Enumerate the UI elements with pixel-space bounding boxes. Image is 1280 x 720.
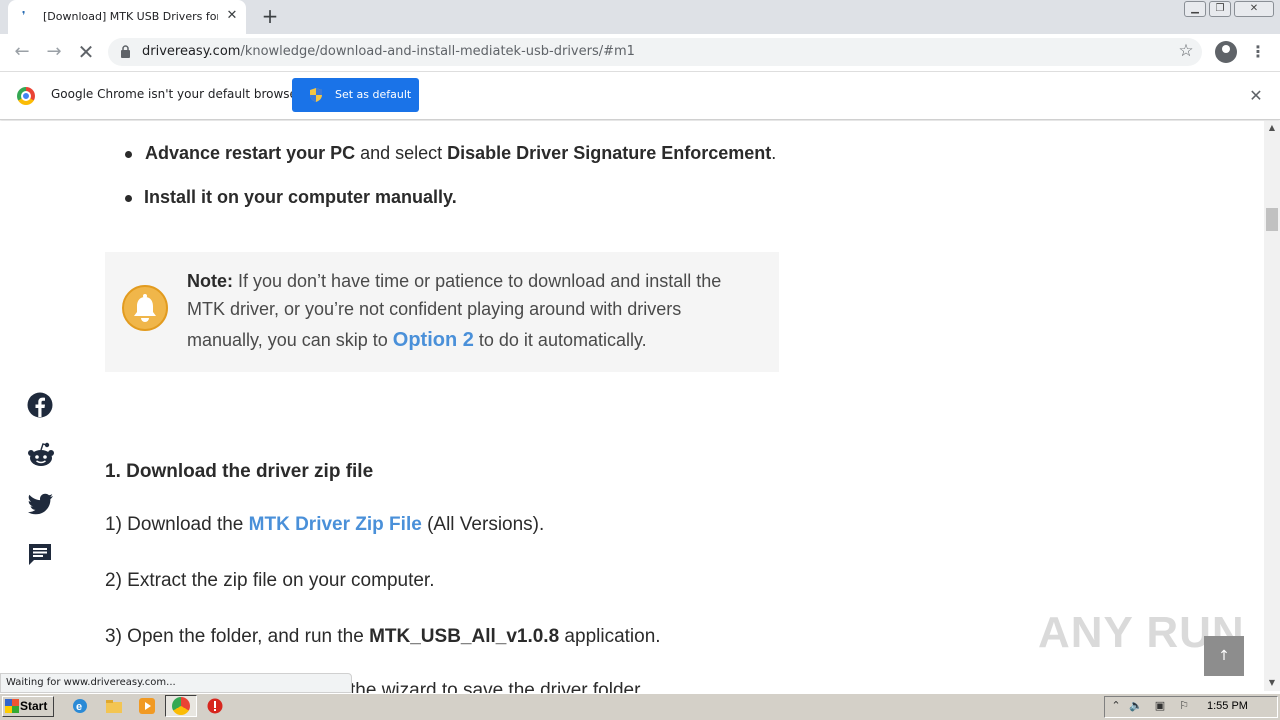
back-to-top-button[interactable]: ↑ xyxy=(1204,636,1244,676)
bullet-item-2: Install it on your computer manually. xyxy=(144,187,457,207)
step-3-app-name: MTK_USB_All_v1.0.8 xyxy=(369,626,560,647)
page-scrollbar[interactable] xyxy=(1264,121,1280,691)
chrome-menu-icon[interactable]: ⋮ xyxy=(1250,41,1266,63)
bookmark-star-icon[interactable]: ☆ xyxy=(1176,41,1196,61)
network-icon[interactable]: ▣ xyxy=(1153,699,1167,713)
scrollbar-thumb[interactable] xyxy=(1266,208,1278,231)
scroll-down-arrow-icon[interactable]: ▼ xyxy=(1264,676,1280,690)
set-as-default-label: Set as default xyxy=(335,88,412,101)
bullet-1-bold-b: Disable Driver Signature Enforcement xyxy=(447,143,772,163)
back-arrow-icon[interactable]: ← xyxy=(10,41,34,65)
note-label: Note: xyxy=(187,271,233,291)
window-minimize-button[interactable]: ▁ xyxy=(1184,1,1206,17)
comment-icon[interactable] xyxy=(26,541,54,569)
step-3-post: application. xyxy=(559,626,661,647)
step-3: 3) Open the folder, and run the MTK_USB_… xyxy=(105,626,661,648)
lock-icon[interactable] xyxy=(120,45,132,59)
step-4-partial: the wizard to save the driver folder. xyxy=(350,680,645,693)
infobar-message: Google Chrome isn't your default browser xyxy=(51,87,302,101)
note-line-1: Note: If you don’t have time or patience… xyxy=(187,271,721,292)
tab-title: [Download] MTK USB Drivers for Wir xyxy=(43,10,218,23)
tab-close-icon[interactable]: ✕ xyxy=(224,8,240,24)
media-player-icon[interactable] xyxy=(138,697,156,715)
chrome-taskbar-icon xyxy=(172,697,190,715)
reddit-icon[interactable] xyxy=(26,441,54,469)
url-text[interactable]: drivereasy.com/knowledge/download-and-in… xyxy=(142,44,635,60)
taskbar-clock[interactable]: 1:55 PM xyxy=(1207,700,1248,712)
bullet-1-bold-a: Advance restart your PC xyxy=(145,143,356,163)
action-center-flag-icon[interactable]: ⚐ xyxy=(1177,699,1191,713)
tab-favicon-icon: ❜ xyxy=(22,9,26,22)
volume-icon[interactable]: 🔈 xyxy=(1129,699,1143,713)
bullet-dot xyxy=(125,151,132,158)
step-1: 1) Download the MTK Driver Zip File (All… xyxy=(105,514,544,536)
step-4-clip: the wizard to save the driver folder. xyxy=(350,680,670,693)
scroll-up-arrow-icon[interactable]: ▲ xyxy=(1264,121,1280,135)
step-3-pre: 3) Open the folder, and run the xyxy=(105,626,370,647)
note-line-3-pre: manually, you can skip to xyxy=(187,330,393,350)
step-2: 2) Extract the zip file on your computer… xyxy=(105,570,435,591)
status-text: Waiting for www.drivereasy.com... xyxy=(6,677,176,688)
stop-loading-icon[interactable]: ✕ xyxy=(74,41,98,65)
note-line-3-post: to do it automatically. xyxy=(473,330,647,350)
section-heading: 1. Download the driver zip file xyxy=(105,461,374,482)
start-label: Start xyxy=(20,699,48,713)
bell-icon xyxy=(122,285,168,331)
note-line-3: manually, you can skip to Option 2 to do… xyxy=(187,329,647,352)
svg-text:e: e xyxy=(76,701,82,713)
bullet-item-1: Advance restart your PC and select Disab… xyxy=(145,143,776,164)
forward-arrow-icon[interactable]: → xyxy=(42,41,66,65)
facebook-icon[interactable] xyxy=(26,391,54,419)
window-close-button[interactable]: ✕ xyxy=(1234,1,1274,17)
uac-shield-icon xyxy=(308,87,324,103)
step-1-post: (All Versions). xyxy=(421,514,545,535)
bullet-1-plain: and select xyxy=(355,143,448,163)
profile-avatar-icon[interactable] xyxy=(1215,41,1237,63)
tray-expand-icon[interactable]: ⌃ xyxy=(1109,699,1123,713)
bullet-1-tail: . xyxy=(771,143,777,163)
note-line-1-text: If you don’t have time or patience to do… xyxy=(233,271,722,291)
windows-flag-icon xyxy=(5,699,19,713)
note-line-2: MTK driver, or you’re not confident play… xyxy=(187,299,682,319)
window-maximize-button[interactable]: ❐ xyxy=(1209,1,1231,17)
step-1-pre: 1) Download the xyxy=(105,514,249,535)
stop-sign-icon[interactable] xyxy=(206,697,224,715)
mtk-driver-zip-link[interactable]: MTK Driver Zip File xyxy=(249,514,422,535)
twitter-icon[interactable] xyxy=(26,493,54,521)
infobar-close-icon[interactable]: ✕ xyxy=(1246,86,1266,106)
internet-explorer-icon[interactable]: e xyxy=(71,697,89,715)
url-path: /knowledge/download-and-install-mediatek… xyxy=(240,44,635,59)
url-host: drivereasy.com xyxy=(142,44,241,59)
new-tab-button[interactable]: + xyxy=(258,5,282,29)
explorer-folder-icon[interactable] xyxy=(105,697,123,715)
chrome-logo-icon xyxy=(17,87,35,105)
option-2-link[interactable]: Option 2 xyxy=(393,329,474,351)
bullet-dot xyxy=(125,195,132,202)
